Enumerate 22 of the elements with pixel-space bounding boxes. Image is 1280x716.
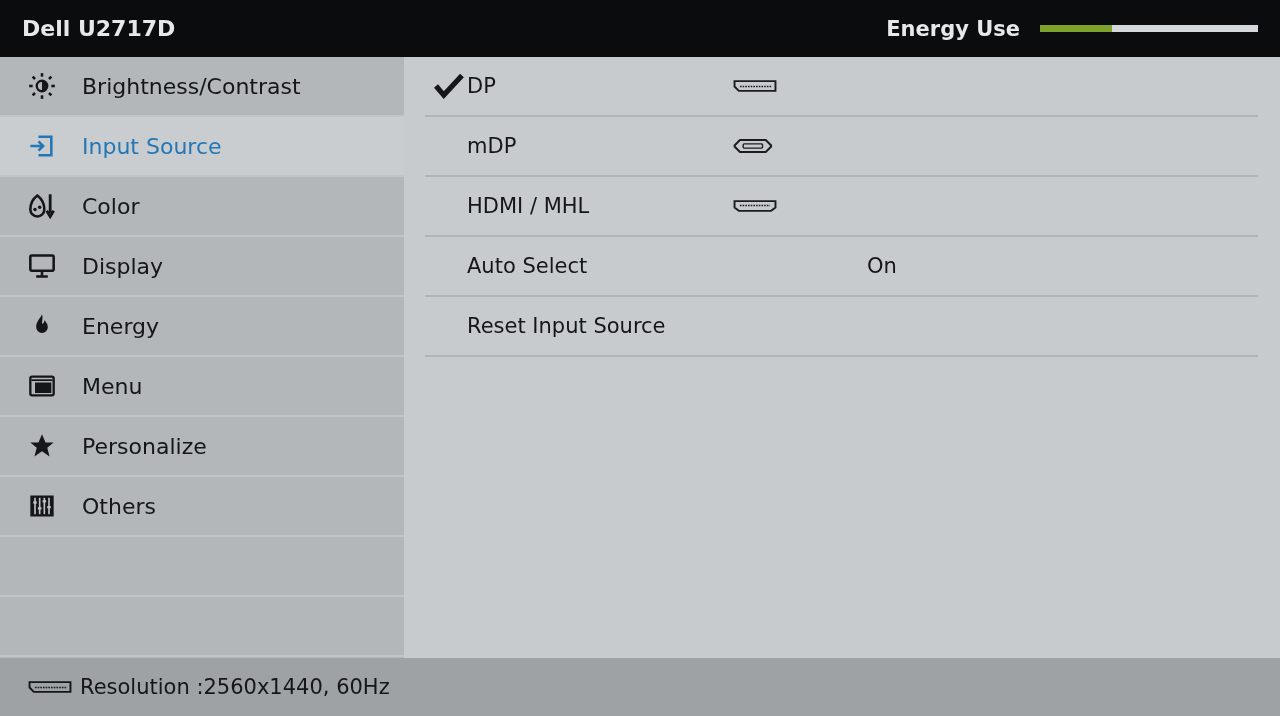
input-name: mDP	[467, 134, 518, 158]
input-name: HDMI / MHL	[467, 194, 591, 218]
setting-option[interactable]: Auto Select On	[425, 237, 1258, 297]
resolution-text: Resolution :2560x1440, 60Hz	[80, 675, 390, 699]
displayport-icon	[28, 680, 72, 694]
monitor-model-title: Dell U2717D	[22, 16, 176, 41]
displayport-icon	[733, 79, 777, 93]
input-option[interactable]: HDMI / MHL	[425, 177, 1258, 237]
sidebar-item[interactable]: Menu	[0, 357, 404, 417]
action-label: Reset Input Source	[467, 314, 666, 338]
monitor-icon	[26, 252, 58, 280]
sun-icon	[26, 72, 58, 100]
input-option[interactable]: DP	[425, 57, 1258, 117]
input-option[interactable]: mDP	[425, 117, 1258, 177]
input-name: DP	[467, 74, 497, 98]
hdmi-port-icon	[733, 199, 777, 213]
setting-name: Auto Select	[467, 254, 589, 278]
energy-use-label: Energy Use	[886, 16, 1020, 41]
setting-value: On	[867, 254, 897, 278]
reset-option[interactable]: Reset Input Source	[425, 297, 1258, 357]
sidebar-item[interactable]: Others	[0, 477, 404, 537]
checkmark-icon	[433, 73, 465, 99]
